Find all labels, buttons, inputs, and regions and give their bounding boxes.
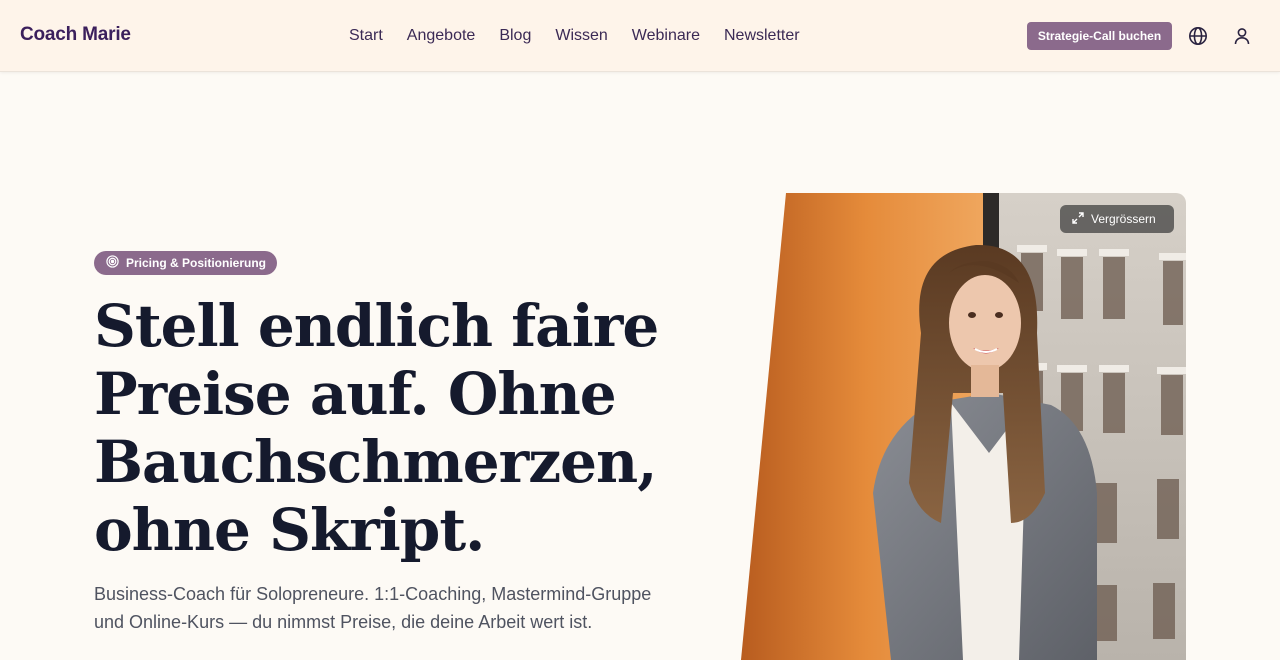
- nav-item-start[interactable]: Start: [349, 26, 383, 46]
- globe-icon[interactable]: [1186, 24, 1210, 48]
- site-header: Coach Marie Start Angebote Blog Wissen W…: [0, 0, 1280, 72]
- enlarge-image-button[interactable]: Vergrössern: [1060, 205, 1174, 233]
- coach-portrait-image: [741, 193, 1186, 660]
- main-nav: Start Angebote Blog Wissen Webinare News…: [349, 26, 824, 46]
- expand-icon: [1072, 211, 1084, 227]
- topic-badge: Pricing & Positionierung: [94, 251, 277, 275]
- nav-item-angebote[interactable]: Angebote: [407, 26, 476, 46]
- topic-badge-label: Pricing & Positionierung: [126, 256, 267, 270]
- enlarge-image-label: Vergrössern: [1091, 212, 1156, 226]
- user-icon[interactable]: [1230, 24, 1254, 48]
- book-strategy-call-button[interactable]: Strategie-Call buchen: [1027, 22, 1172, 50]
- target-icon: [106, 255, 119, 271]
- nav-item-webinare[interactable]: Webinare: [632, 26, 700, 46]
- nav-item-wissen[interactable]: Wissen: [555, 26, 607, 46]
- hero-headline: Stell endlich faire Preise auf. Ohne Bau…: [94, 292, 659, 564]
- nav-item-newsletter[interactable]: Newsletter: [724, 26, 800, 46]
- hero-subtitle: Business-Coach für Solopreneure. 1:1-Coa…: [94, 584, 652, 632]
- brand-logo[interactable]: Coach Marie: [20, 24, 131, 46]
- nav-item-blog[interactable]: Blog: [499, 26, 531, 46]
